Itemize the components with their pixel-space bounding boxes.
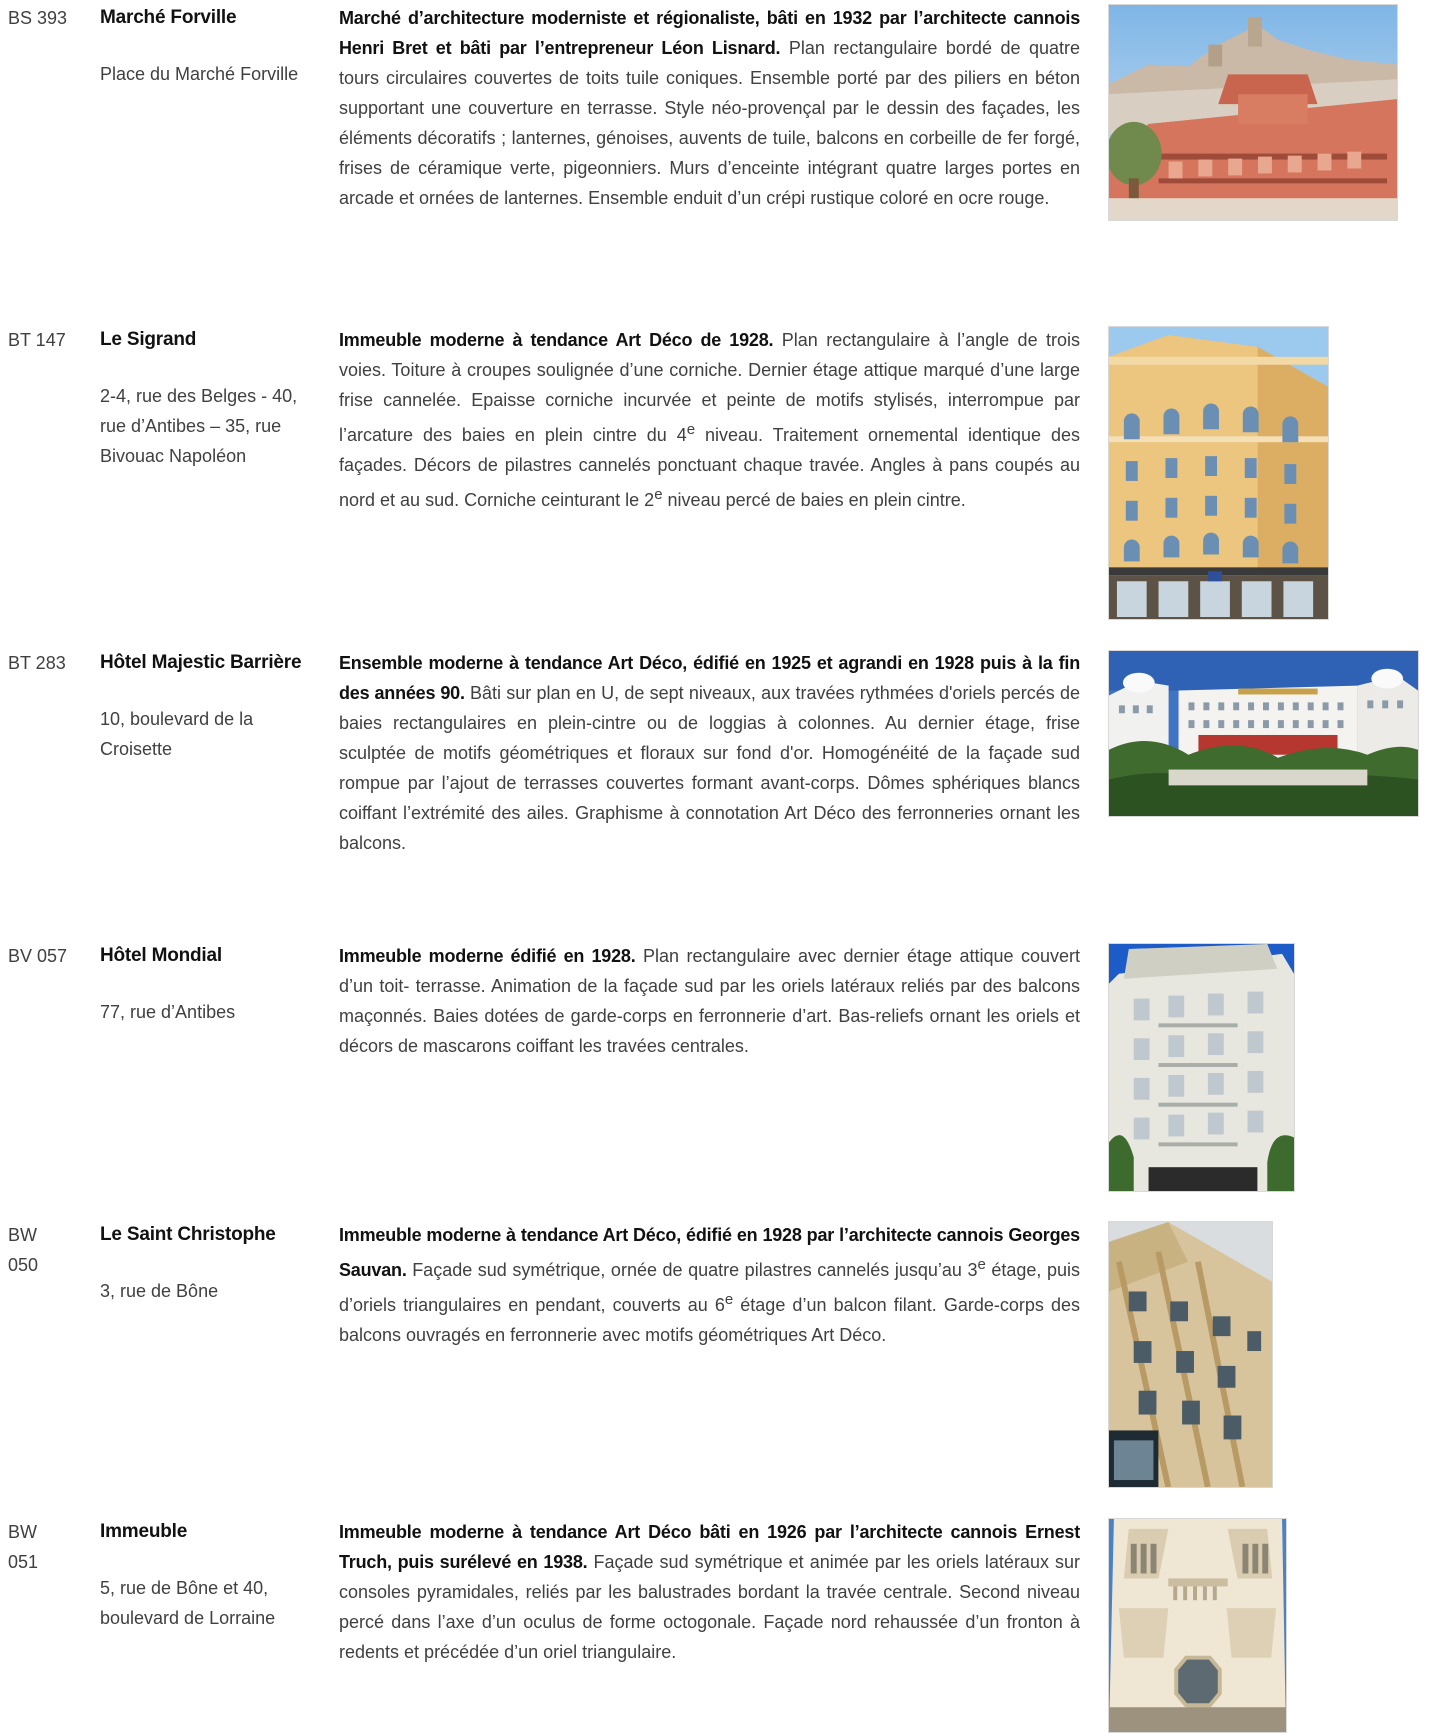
ordinal-sup: e xyxy=(654,486,663,503)
building-photo xyxy=(1108,650,1419,817)
building-address: 77, rue d’Antibes xyxy=(100,1002,236,1022)
building-name: Le Saint Christophe xyxy=(100,1224,276,1245)
ordinal-sup: e xyxy=(724,1291,734,1308)
building-name: Hôtel Mondial xyxy=(100,945,222,966)
description-text: Bâti sur plan en U, de sept niveaux, aux… xyxy=(339,683,1080,853)
building-address: 3, rue de Bône xyxy=(100,1281,219,1301)
description-text: niveau percé de baies en plein cintre. xyxy=(662,490,966,510)
building-address: 2-4, rue des Belges - 40, rue d’Antibes … xyxy=(100,386,298,466)
ordinal-sup: e xyxy=(977,1256,986,1273)
building-photo xyxy=(1108,943,1295,1192)
parcel-ref: BT 147 xyxy=(8,330,66,350)
building-description: Immeuble moderne à tendance Art Déco de … xyxy=(339,325,1080,515)
ordinal-sup: e xyxy=(686,421,696,438)
building-description: Marché d’architecture moderniste et régi… xyxy=(339,3,1080,213)
description-lead: Immeuble moderne édifié en 1928. xyxy=(339,946,636,966)
building-description: Immeuble moderne édifié en 1928. Plan re… xyxy=(339,941,1080,1061)
description-text: Façade sud symétrique, ornée de quatre p… xyxy=(406,1260,978,1280)
building-name: Le Sigrand xyxy=(100,329,197,350)
building-address: 10, boulevard de la Croisette xyxy=(100,709,254,759)
building-name: Marché Forville xyxy=(100,7,237,28)
building-description: Immeuble moderne à tendance Art Déco, éd… xyxy=(339,1220,1080,1350)
building-name: Immeuble xyxy=(100,1521,188,1542)
description-text: Plan rectangulaire bordé de quatre tours… xyxy=(339,38,1080,208)
building-description: Immeuble moderne à tendance Art Déco bât… xyxy=(339,1517,1080,1667)
building-description: Ensemble moderne à tendance Art Déco, éd… xyxy=(339,648,1080,858)
building-photo xyxy=(1108,4,1398,221)
building-address: 5, rue de Bône et 40, boulevard de Lorra… xyxy=(100,1578,276,1628)
building-photo xyxy=(1108,1518,1287,1733)
parcel-ref: BT 283 xyxy=(8,653,66,673)
building-name: Hôtel Majestic Barrière xyxy=(100,652,302,673)
building-address: Place du Marché Forville xyxy=(100,64,299,84)
building-photo xyxy=(1108,1221,1273,1488)
parcel-ref: BW 050 xyxy=(8,1225,39,1275)
description-lead: Immeuble moderne à tendance Art Déco de … xyxy=(339,330,774,350)
parcel-ref: BV 057 xyxy=(8,946,68,966)
building-photo xyxy=(1108,326,1329,620)
parcel-ref: BW 051 xyxy=(8,1522,39,1572)
parcel-ref: BS 393 xyxy=(8,8,68,28)
